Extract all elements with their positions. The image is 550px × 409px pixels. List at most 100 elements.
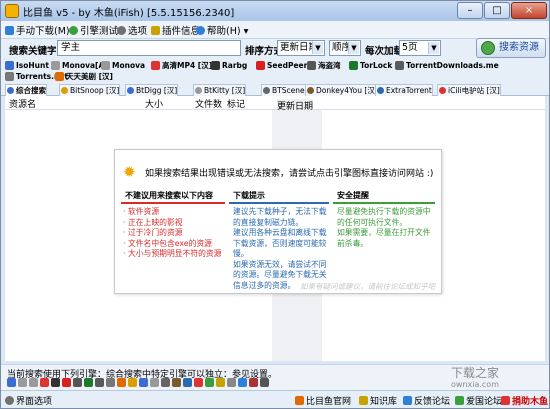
per-load-label: 每次加载 [365, 46, 404, 57]
not-recommended-rule [121, 202, 225, 204]
link-knowledge-base[interactable]: 知识库 [359, 394, 397, 407]
engine-1[interactable]: IsoHunt [5, 60, 49, 71]
search-button[interactable]: 搜索资源 [476, 38, 546, 58]
engine-mini-icon[interactable] [84, 378, 93, 387]
keyword-label: 搜索关键字 [9, 46, 57, 57]
status-bar: 界面选项 比目鱼官网 知识库 反馈论坛 爱国论坛 捐助木鱼 [1, 390, 549, 408]
list-item: 尽量避免执行下载的资源中的任何可执行文件。 [337, 207, 431, 227]
engine-mini-icon[interactable] [161, 378, 170, 387]
engine-logo-icon [101, 61, 110, 70]
link-feedback-forum[interactable]: 反馈论坛 [403, 394, 450, 407]
engine-mini-icon[interactable] [106, 378, 115, 387]
engine-mini-icon[interactable] [139, 378, 148, 387]
donate-icon [501, 396, 510, 405]
link-patriot-forum[interactable]: 爱国论坛 [455, 394, 502, 407]
column-file-count[interactable]: 文件数 [195, 97, 222, 110]
tab-3[interactable]: BtDigg [汉] [125, 84, 179, 96]
engine-mini-icon[interactable] [7, 378, 16, 387]
tab-4[interactable]: BtKitty [汉] [193, 84, 247, 96]
engine-logo-icon [5, 72, 14, 81]
engine-mini-icon[interactable] [183, 378, 192, 387]
engine-5[interactable]: Rarbg [211, 60, 247, 71]
engine-3[interactable]: Monova [101, 60, 145, 71]
menu-bar: 手动下载(M) 引擎测试 选项 插件信息 帮助(H) ▾ [1, 21, 549, 39]
menu-engine-test[interactable]: 引擎测试 [69, 23, 118, 37]
menu-help[interactable]: 帮助(H) ▾ [196, 23, 248, 37]
maximize-button[interactable]: □ [484, 2, 510, 19]
engine-logo-icon [5, 61, 14, 70]
engine-logo-icon [7, 87, 14, 94]
tab-8[interactable]: iCili电驴站 [汉] [437, 84, 501, 96]
link-donate[interactable]: 捐助木鱼 [501, 394, 548, 407]
per-load-select[interactable]: 5页 ▼ [399, 40, 441, 56]
link-official-site[interactable]: 比目鱼官网 [295, 394, 351, 407]
menu-plugin-info[interactable]: 插件信息 [151, 23, 200, 37]
menu-manual-download[interactable]: 手动下载(M) [5, 23, 70, 37]
engine-mini-icon[interactable] [95, 378, 104, 387]
download-icon [5, 26, 14, 35]
engine-mini-icon[interactable] [238, 378, 247, 387]
engine-mini-icon[interactable] [62, 378, 71, 387]
tab-6[interactable]: Donkey4You [汉] [305, 84, 379, 96]
download-tips-rule [229, 202, 329, 204]
sort-select[interactable]: 更新日期 ▼ [277, 40, 325, 56]
column-size[interactable]: 大小 [145, 97, 163, 110]
engine-logo-icon [439, 87, 446, 94]
home-icon [295, 396, 304, 405]
menu-options[interactable]: 选项 [117, 23, 147, 37]
engine-9[interactable]: TorrentDownloads.me [395, 60, 499, 71]
notice-message: 如果搜索结果出现错误或无法搜索，请尝试点击引擎图标直接访问网站 :) [145, 169, 434, 179]
minimize-button[interactable]: – [457, 2, 483, 19]
engine-logo-icon [263, 87, 270, 94]
tab-5[interactable]: BTScene [261, 84, 306, 96]
safety-list: 尽量避免执行下载的资源中的任何可执行文件。 如果需要，尽量在打开文件前杀毒。 [337, 207, 437, 249]
engine-mini-icon[interactable] [40, 378, 49, 387]
book-icon [359, 396, 368, 405]
sun-icon: ✹ [123, 163, 136, 181]
tab-7[interactable]: ExtraTorrent [375, 84, 433, 96]
engine-logo-icon [395, 61, 404, 70]
column-name[interactable]: 资源名 [9, 97, 36, 110]
window-title: 比目鱼 v5 - by 木鱼(iFish) [5.5.15156.2340] [23, 8, 235, 19]
engine-logo-icon [127, 87, 134, 94]
keyword-input[interactable]: 学主 [57, 40, 241, 56]
flag-icon [455, 396, 464, 405]
tab-1[interactable]: 综合搜索 [5, 84, 47, 96]
engine-mini-icon[interactable] [128, 378, 137, 387]
engine-mini-icon[interactable] [29, 378, 38, 387]
engine-mini-icon[interactable] [51, 378, 60, 387]
engine-7[interactable]: 海盗湾 [307, 60, 341, 71]
engine-mini-icon[interactable] [205, 378, 214, 387]
not-recommended-heading: 不建议用来搜索以下内容 [125, 191, 213, 200]
engine-6[interactable]: SeedPeer [256, 60, 307, 71]
engine-mini-icon[interactable] [117, 378, 126, 387]
engine-mini-icon[interactable] [249, 378, 258, 387]
engine-mini-icon[interactable] [216, 378, 225, 387]
gear-icon [117, 26, 126, 35]
engine-mini-icon[interactable] [260, 378, 269, 387]
engine-logo-icon [307, 61, 316, 70]
forum-icon [403, 396, 412, 405]
engine-tabs: 综合搜索 BitSnoop [汉] BtDigg [汉] BtKitty [汉] BTS… [1, 83, 549, 96]
column-update-date[interactable]: 更新日期 [277, 99, 314, 112]
tab-2[interactable]: BitSnoop [汉] [59, 84, 121, 96]
order-select[interactable]: 顺序 ▼ [329, 40, 361, 56]
list-item: 建议先下载种子，无法下载的直接复制磁力链。 [233, 207, 327, 227]
engine-logo-icon [195, 87, 202, 94]
engine-mini-icon[interactable] [150, 378, 159, 387]
engine-4[interactable]: 高清MP4 [汉] [151, 60, 212, 71]
interface-options[interactable]: 界面选项 [5, 394, 52, 407]
engine-mini-icon[interactable] [18, 378, 27, 387]
engine-11[interactable]: 天天美剧 [汉] [55, 71, 113, 82]
engine-mini-icon[interactable] [172, 378, 181, 387]
engine-mini-icon[interactable] [194, 378, 203, 387]
engine-2[interactable]: Monova[A] [51, 60, 108, 71]
engine-8[interactable]: TorLock [349, 60, 392, 71]
engine-mini-icon[interactable] [73, 378, 82, 387]
column-flag[interactable]: 标记 [227, 97, 245, 110]
engine-mini-icon[interactable] [227, 378, 236, 387]
gear-icon [5, 396, 14, 405]
list-item: · 大小与预期明显不符的资源 [123, 249, 222, 258]
close-button[interactable]: × [511, 2, 547, 19]
title-bar[interactable]: 比目鱼 v5 - by 木鱼(iFish) [5.5.15156.2340] –… [1, 1, 549, 21]
